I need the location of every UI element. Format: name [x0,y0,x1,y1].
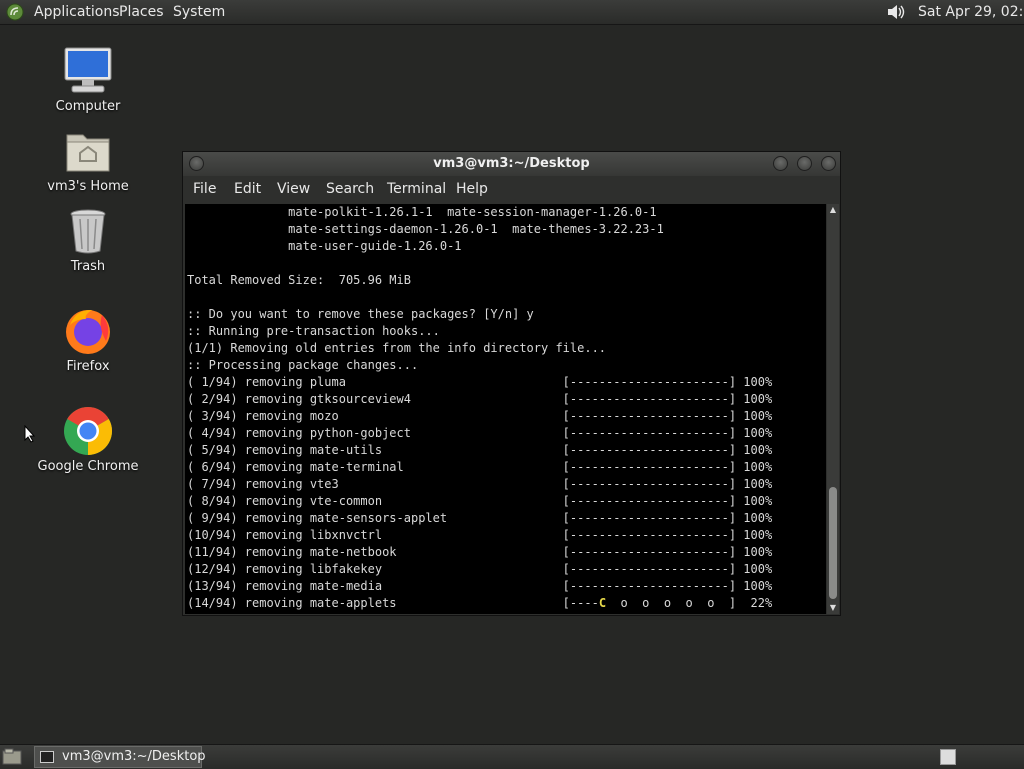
desktop-icon-home[interactable]: vm3's Home [33,125,143,195]
computer-icon [62,45,114,97]
trash-icon [62,205,114,257]
system-menu[interactable]: System [173,2,225,22]
scroll-up-arrow-icon[interactable]: ▲ [827,204,839,216]
workspace-switcher[interactable] [940,749,956,765]
taskbar-window-label: vm3@vm3:~/Desktop [62,749,206,764]
taskbar-window-button[interactable]: vm3@vm3:~/Desktop [34,746,206,768]
terminal-line: :: Running pre-transaction hooks... [187,324,440,338]
terminal-line: ( 1/94) removing pluma [----------------… [187,375,773,389]
menu-terminal[interactable]: Terminal [387,181,446,197]
home-folder-icon [62,125,114,177]
desktop-icon-label: Firefox [66,359,110,374]
terminal-line: ( 9/94) removing mate-sensors-applet [--… [187,511,773,525]
terminal-line: ( 3/94) removing mozo [-----------------… [187,409,773,423]
terminal-line: ( 4/94) removing python-gobject [-------… [187,426,773,440]
places-menu[interactable]: Places [119,2,164,22]
terminal-line: mate-polkit-1.26.1-1 mate-session-manage… [187,205,657,219]
terminal-line: :: Do you want to remove these packages?… [187,307,534,321]
terminal-icon [40,751,54,763]
menu-help[interactable]: Help [456,181,488,197]
window-menu-button[interactable] [189,156,204,171]
maximize-button[interactable] [797,156,812,171]
terminal-line: ( 6/94) removing mate-terminal [--------… [187,460,773,474]
terminal-line: ( 7/94) removing vte3 [-----------------… [187,477,773,491]
firefox-icon [62,305,114,357]
desktop-icon-trash[interactable]: Trash [33,205,143,275]
window-title: vm3@vm3:~/Desktop [433,156,590,171]
desktop-icon-label: Computer [55,99,121,114]
show-desktop-icon[interactable] [2,748,22,766]
desktop-icon-label: Trash [70,259,106,274]
terminal-line: ( 5/94) removing mate-utils [-----------… [187,443,773,457]
bottom-panel: vm3@vm3:~/Desktop [0,744,1024,769]
terminal-line: ( 8/94) removing vte-common [-----------… [187,494,773,508]
terminal-menubar: File Edit View Search Terminal Help [183,176,840,202]
desktop-icon-computer[interactable]: Computer [33,45,143,115]
minimize-button[interactable] [773,156,788,171]
terminal-line: (1/1) Removing old entries from the info… [187,341,607,355]
desktop-icon-label: Google Chrome [37,459,139,474]
close-button[interactable] [821,156,836,171]
terminal-line: mate-settings-daemon-1.26.0-1 mate-theme… [187,222,664,236]
progress-suffix: o o o o o ] 22% [606,596,773,610]
terminal-line: mate-user-guide-1.26.0-1 [187,239,462,253]
terminal-line: (10/94) removing libxnvctrl [-----------… [187,528,773,542]
menu-view[interactable]: View [277,181,310,197]
terminal-line: (11/94) removing mate-netbook [---------… [187,545,773,559]
applications-menu[interactable]: Applications [34,2,120,22]
clock[interactable]: Sat Apr 29, 02:22 [918,2,1024,22]
desktop-icon-firefox[interactable]: Firefox [33,305,143,375]
terminal-output[interactable]: mate-polkit-1.26.1-1 mate-session-manage… [185,204,826,614]
terminal-line: ( 2/94) removing gtksourceview4 [-------… [187,392,773,406]
chrome-icon [62,405,114,457]
menu-edit[interactable]: Edit [234,181,261,197]
pacman-progress-char: C [598,596,607,610]
mouse-cursor-icon [24,425,36,443]
volume-icon[interactable] [886,3,908,21]
terminal-line: (13/94) removing mate-media [-----------… [187,579,773,593]
top-panel: Applications Places System Sat Apr 29, 0… [0,0,1024,25]
terminal-line: :: Processing package changes... [187,358,419,372]
scrollbar-thumb[interactable] [829,487,837,599]
terminal-line: (12/94) removing libfakekey [-----------… [187,562,773,576]
menu-search[interactable]: Search [326,181,374,197]
terminal-window[interactable]: vm3@vm3:~/Desktop File Edit View Search … [182,151,841,616]
terminal-progress-line: (14/94) removing mate-applets [----C o o… [185,595,826,612]
window-titlebar[interactable]: vm3@vm3:~/Desktop [183,152,840,176]
terminal-line: Total Removed Size: 705.96 MiB [187,273,411,287]
desktop-icon-label: vm3's Home [47,179,129,194]
mate-logo-icon[interactable] [6,3,24,21]
menu-file[interactable]: File [193,181,216,197]
terminal-scrollbar[interactable]: ▲ ▼ [827,204,839,614]
progress-prefix: (14/94) removing mate-applets [---- [187,596,599,610]
scroll-down-arrow-icon[interactable]: ▼ [827,602,839,614]
desktop-icon-chrome[interactable]: Google Chrome [33,405,143,475]
